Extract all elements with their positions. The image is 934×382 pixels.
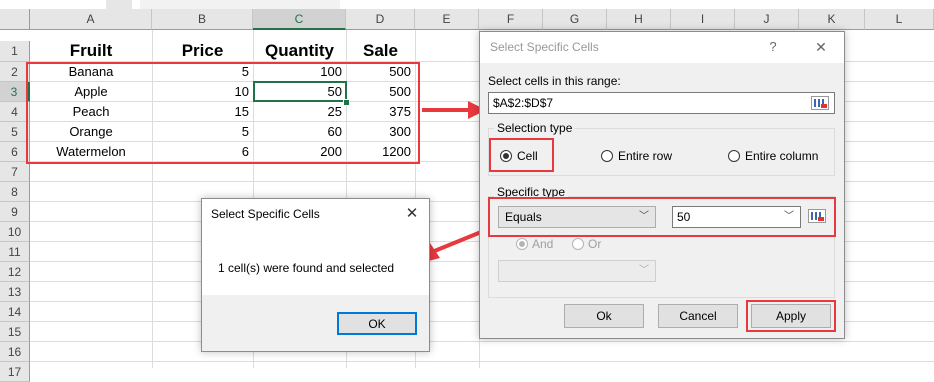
result-message: 1 cell(s) were found and selected [218,261,395,275]
entire-column-label: Entire column [745,149,819,163]
arrow-to-range [422,101,486,119]
result-dialog: Select Specific Cells ✕ 1 cell(s) were f… [201,198,430,352]
range-input-value: $A$2:$D$7 [493,96,554,110]
or-radio[interactable] [572,238,584,250]
result-dialog-title: Select Specific Cells [211,207,320,221]
entire-row-radio[interactable] [601,150,613,162]
specific-type-highlight [488,197,836,237]
range-label: Select cells in this range: [488,74,621,88]
entire-column-radio[interactable] [728,150,740,162]
help-button[interactable]: ? [760,32,786,62]
arrow-to-result [421,228,487,263]
ok-button[interactable]: Ok [564,304,644,328]
and-label: And [532,237,554,251]
chevron-down-icon: ﹀ [639,265,649,276]
range-input[interactable]: $A$2:$D$7 [488,92,835,114]
close-button[interactable]: ✕ [808,32,834,62]
or-label: Or [588,237,602,251]
range-picker-icon[interactable] [811,96,829,110]
apply-highlight [746,300,836,332]
result-ok-button[interactable]: OK [337,312,417,335]
dialog-title: Select Specific Cells [490,40,599,54]
second-condition-select[interactable]: ﹀ [498,260,656,282]
select-specific-cells-dialog: Select Specific Cells ? ✕ Select cells i… [479,31,845,339]
cell-option-highlight [489,138,554,172]
selection-type-label: Selection type [494,121,576,135]
and-radio[interactable] [516,238,528,250]
result-close-button[interactable]: ✕ [399,199,425,229]
entire-row-label: Entire row [618,149,673,163]
cancel-button[interactable]: Cancel [658,304,738,328]
